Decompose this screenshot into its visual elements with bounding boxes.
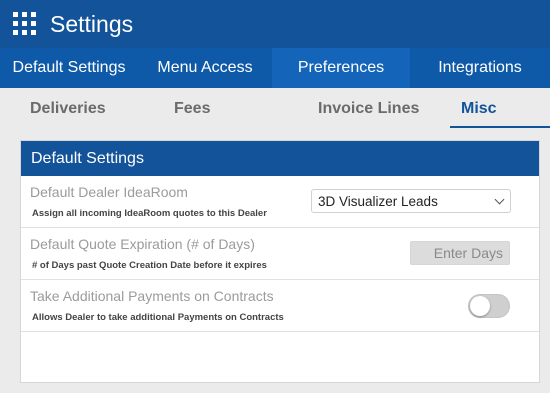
- subtab-deliveries[interactable]: Deliveries: [30, 100, 106, 118]
- setting-help-text: Allows Dealer to take additional Payment…: [32, 312, 284, 323]
- setting-label: Default Dealer IdeaRoom: [30, 184, 188, 200]
- setting-row-default-dealer: Default Dealer IdeaRoom Assign all incom…: [21, 176, 539, 228]
- toggle-knob: [470, 296, 490, 316]
- app-header: Settings: [0, 0, 550, 48]
- setting-help-text: Assign all incoming IdeaRoom quotes to t…: [32, 208, 267, 219]
- chevron-down-icon: [494, 194, 505, 205]
- panel-title: Default Settings: [21, 141, 539, 176]
- subtab-fees[interactable]: Fees: [174, 100, 210, 118]
- page-title: Settings: [50, 11, 134, 37]
- select-value: 3D Visualizer Leads: [318, 194, 438, 209]
- tab-menu-access[interactable]: Menu Access: [138, 48, 272, 88]
- tab-preferences[interactable]: Preferences: [272, 48, 410, 88]
- active-subtab-indicator: [450, 126, 550, 128]
- setting-label: Take Additional Payments on Contracts: [30, 288, 274, 304]
- tab-default-settings[interactable]: Default Settings: [0, 48, 138, 88]
- additional-payments-toggle[interactable]: [468, 294, 510, 318]
- main-tab-bar: Default Settings Menu Access Preferences…: [0, 48, 550, 88]
- setting-row-additional-payments: Take Additional Payments on Contracts Al…: [21, 280, 539, 332]
- subtab-invoice-lines[interactable]: Invoice Lines: [318, 100, 419, 118]
- default-settings-panel: Default Settings Default Dealer IdeaRoom…: [20, 140, 540, 383]
- sub-tab-bar: Deliveries Fees Invoice Lines Misc: [0, 88, 550, 128]
- setting-row-quote-expiration: Default Quote Expiration (# of Days) # o…: [21, 228, 539, 280]
- expiration-days-input[interactable]: [410, 241, 510, 265]
- default-dealer-select[interactable]: 3D Visualizer Leads: [311, 189, 511, 213]
- apps-grid-icon[interactable]: [13, 12, 36, 35]
- tab-integrations[interactable]: Integrations: [410, 48, 550, 88]
- setting-label: Default Quote Expiration (# of Days): [30, 236, 255, 252]
- subtab-misc[interactable]: Misc: [461, 100, 497, 118]
- setting-help-text: # of Days past Quote Creation Date befor…: [32, 260, 267, 271]
